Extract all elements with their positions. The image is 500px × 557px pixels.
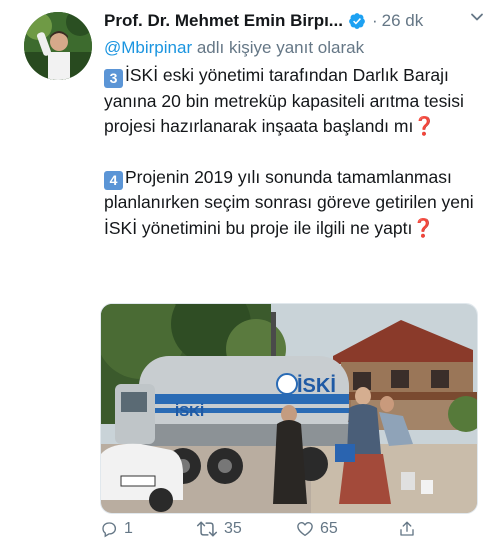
separator-dot: · <box>371 11 378 30</box>
question-emoji: ❓ <box>412 217 435 238</box>
reply-handle-link[interactable]: @Mbirpinar <box>104 38 192 57</box>
reply-count: 1 <box>124 520 133 537</box>
like-button[interactable]: 65 <box>296 520 338 538</box>
chevron-down-icon[interactable] <box>470 10 484 24</box>
tweet-actions: 1 35 65 <box>96 520 486 544</box>
share-button[interactable] <box>398 520 422 538</box>
reply-context: @Mbirpinar adlı kişiye yanıt olarak <box>104 38 364 58</box>
tweet-paragraph-1: 3 İSKİ eski yönetimi tarafından Darlık Ba… <box>104 63 484 140</box>
author-name[interactable]: Prof. Dr. Mehmet Emin Birpı... <box>104 11 343 31</box>
retweet-count: 35 <box>224 520 242 537</box>
truck-logo-text: İSKİ <box>297 374 336 397</box>
like-count: 65 <box>320 520 338 537</box>
keycap-4-emoji: 4 <box>104 170 123 190</box>
tweet-header: Prof. Dr. Mehmet Emin Birpı... · 26 dk <box>104 8 494 34</box>
verified-badge-icon <box>349 13 365 29</box>
share-icon <box>400 521 414 536</box>
question-emoji: ❓ <box>413 116 436 136</box>
reply-context-text: adlı kişiye yanıt olarak <box>192 38 365 57</box>
tweet-text: 3 İSKİ eski yönetimi tarafından Darlık Ba… <box>104 63 484 241</box>
avatar[interactable] <box>24 12 92 80</box>
retweet-button[interactable]: 35 <box>196 520 242 538</box>
truck-logo-small-text: İSKİ <box>175 403 204 420</box>
paragraph-1-text: İSKİ eski yönetimi tarafından Darlık Bar… <box>104 65 464 136</box>
reply-icon <box>102 522 117 538</box>
tweet-photo[interactable]: İSKİ İSKİ <box>100 303 478 514</box>
keycap-3-emoji: 3 <box>104 69 123 88</box>
timestamp[interactable]: 26 dk <box>382 11 424 31</box>
reply-button[interactable]: 1 <box>100 520 133 538</box>
retweet-icon <box>196 521 218 537</box>
tweet: Prof. Dr. Mehmet Emin Birpı... · 26 dk @… <box>0 0 500 557</box>
like-icon <box>297 522 313 537</box>
tweet-paragraph-2: 4 Projenin 2019 yılı sonunda tamamlanması… <box>104 165 484 242</box>
